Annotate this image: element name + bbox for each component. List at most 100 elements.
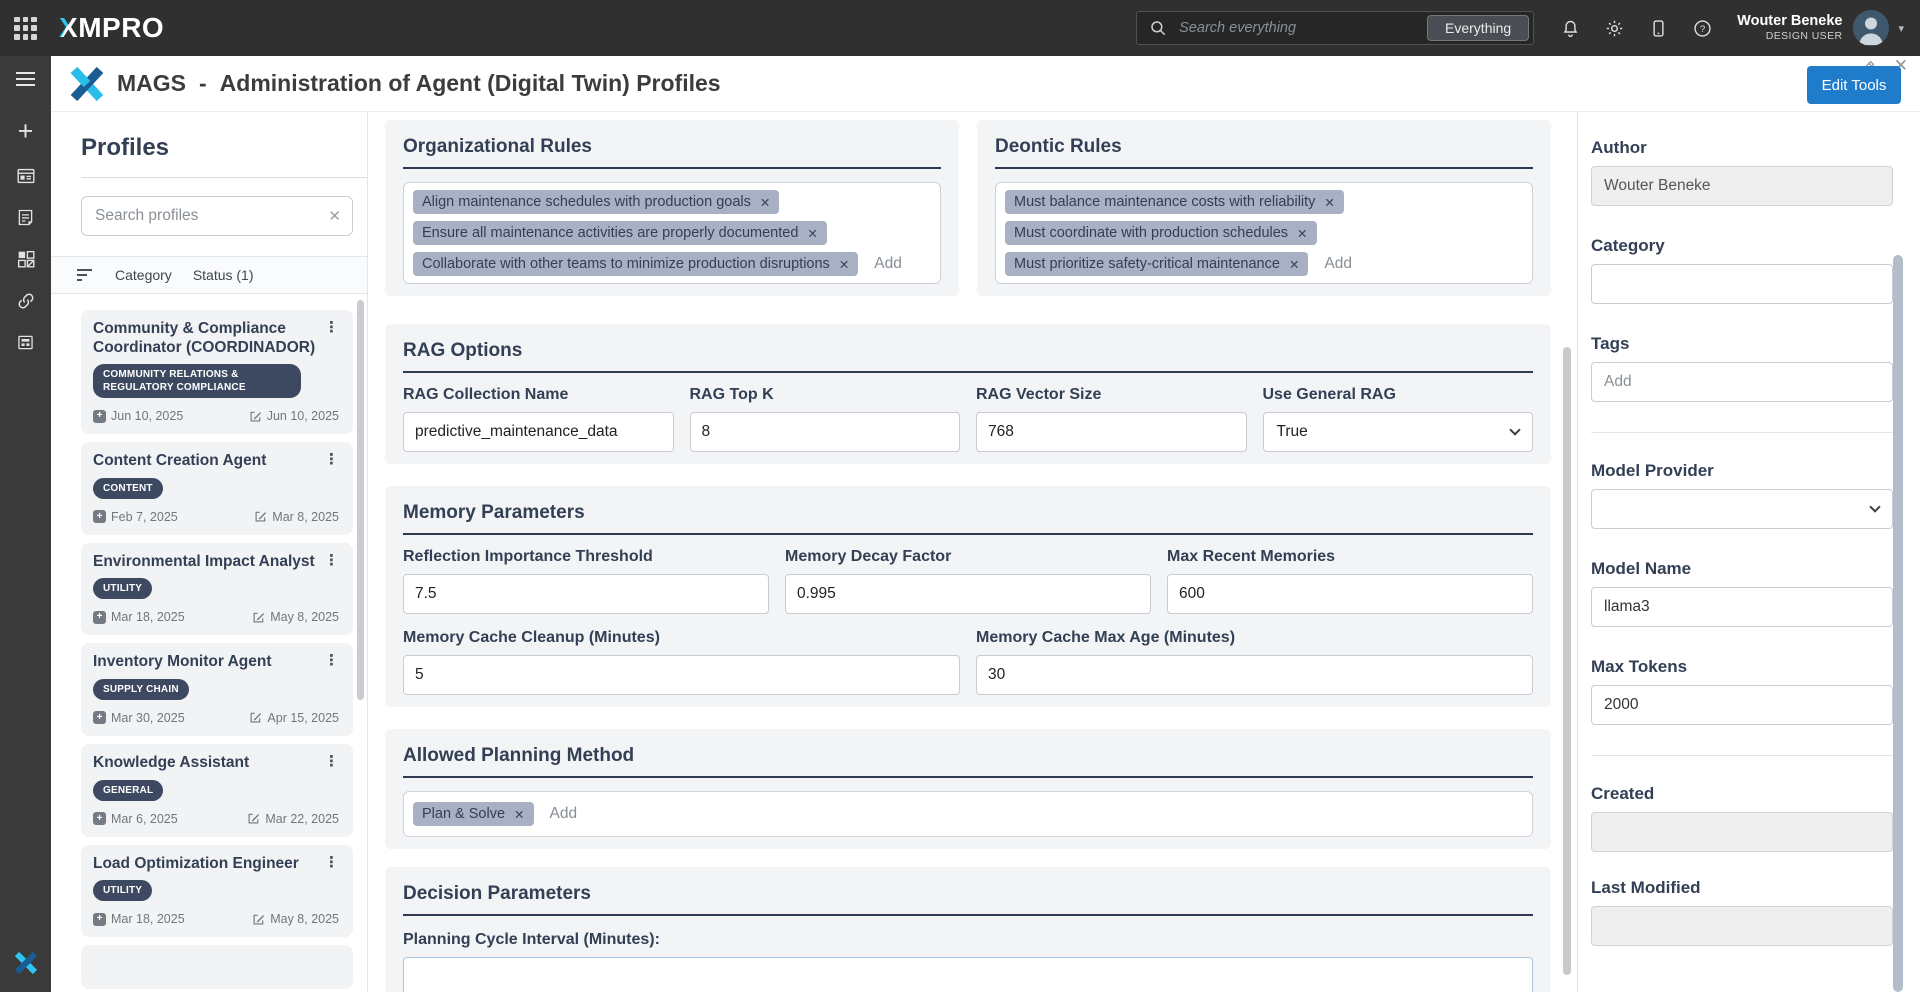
page-title: Administration of Agent (Digital Twin) P… — [220, 70, 721, 97]
remove-tag-icon[interactable]: ✕ — [760, 195, 770, 210]
planning-cycle-interval-input[interactable] — [403, 957, 1533, 992]
search-profiles-input[interactable] — [93, 206, 322, 226]
window-icon[interactable] — [15, 165, 37, 187]
modified-date: Jun 10, 2025 — [249, 409, 339, 423]
global-search-input[interactable] — [1177, 19, 1427, 37]
kebab-menu-icon[interactable]: ⋮ — [316, 320, 341, 337]
profile-detail-form: Organizational Rules Add Align maintenan… — [368, 112, 1577, 992]
app-grid-icon[interactable] — [14, 17, 37, 40]
main-scrollbar[interactable] — [1563, 347, 1571, 975]
memory-decay-factor-input[interactable] — [785, 574, 1151, 614]
rag-collection-name-input[interactable] — [403, 412, 674, 452]
edit-icon — [252, 611, 265, 624]
rag-vector-size-input[interactable] — [976, 412, 1247, 452]
kebab-menu-icon[interactable]: ⋮ — [316, 653, 341, 670]
remove-tag-icon[interactable]: ✕ — [514, 807, 524, 822]
memory-cache-cleanup-input[interactable] — [403, 655, 960, 695]
metadata-scrollbar[interactable] — [1893, 255, 1903, 992]
metadata-panel: Author Category Tags Model Provider Mo — [1577, 112, 1920, 992]
edit-tools-button[interactable]: Edit Tools — [1807, 66, 1901, 104]
profile-name: Load Optimization Engineer — [93, 855, 299, 874]
kebab-menu-icon[interactable]: ⋮ — [316, 754, 341, 771]
deontic-rules-tagbox[interactable]: Add Must balance maintenance costs with … — [995, 182, 1533, 284]
search-scope-button[interactable]: Everything — [1427, 15, 1529, 41]
profiles-scrollbar[interactable] — [357, 300, 364, 700]
profile-card[interactable]: Content Creation Agent ⋮ CONTENT + Feb 7… — [81, 442, 353, 535]
avatar[interactable] — [1853, 10, 1889, 46]
remove-tag-icon[interactable]: ✕ — [1297, 226, 1307, 241]
global-search[interactable]: Everything — [1136, 11, 1534, 45]
kebab-menu-icon[interactable]: ⋮ — [316, 452, 341, 469]
remove-tag-icon[interactable]: ✕ — [839, 257, 849, 272]
rule-tag: Must balance maintenance costs with reli… — [1005, 190, 1344, 214]
rule-tag: Must coordinate with production schedule… — [1005, 221, 1317, 245]
divider — [81, 177, 367, 178]
model-provider-select[interactable] — [1591, 489, 1893, 529]
tags-input[interactable] — [1591, 362, 1893, 402]
profile-card[interactable]: Knowledge Assistant ⋮ GENERAL + Mar 6, 2… — [81, 744, 353, 837]
help-icon[interactable]: ? — [1692, 18, 1713, 39]
model-provider-label: Model Provider — [1591, 461, 1893, 481]
divider — [1591, 755, 1893, 756]
add-icon[interactable]: + — [18, 118, 34, 145]
remove-tag-icon[interactable]: ✕ — [807, 226, 817, 241]
user-menu-caret-icon[interactable]: ▾ — [1898, 22, 1904, 35]
reflection-importance-threshold-input[interactable] — [403, 574, 769, 614]
topbar: XMPRO Everything ? Wouter Beneke DESIGN … — [0, 0, 1920, 56]
rule-tag: Plan & Solve ✕ — [413, 802, 534, 826]
organizational-rules-tagbox[interactable]: Add Align maintenance schedules with pro… — [403, 182, 941, 284]
notifications-icon[interactable] — [1560, 18, 1581, 39]
calculator-icon[interactable] — [15, 332, 36, 353]
section-title: Decision Parameters — [403, 883, 1533, 916]
profile-card[interactable]: Environmental Impact Analyst ⋮ UTILITY +… — [81, 543, 353, 636]
remove-tag-icon[interactable]: ✕ — [1289, 257, 1299, 272]
kebab-menu-icon[interactable]: ⋮ — [316, 855, 341, 872]
created-date: + Jun 10, 2025 — [93, 409, 183, 423]
memory-parameters-section: Memory Parameters Reflection Importance … — [385, 486, 1551, 707]
profile-card[interactable]: Load Optimization Engineer ⋮ UTILITY + M… — [81, 845, 353, 938]
created-icon: + — [93, 410, 106, 423]
filter-category[interactable]: Category — [115, 267, 172, 283]
created-icon: + — [93, 611, 106, 624]
planning-method-tagbox[interactable]: Add Plan & Solve ✕ — [403, 791, 1533, 837]
settings-icon[interactable] — [1604, 18, 1625, 39]
rule-tag: Collaborate with other teams to minimize… — [413, 252, 858, 276]
edit-icon — [249, 711, 262, 724]
created-date: + Mar 18, 2025 — [93, 610, 185, 624]
max-tokens-input[interactable] — [1591, 685, 1893, 725]
filter-bar: Category Status (1) — [51, 256, 367, 294]
model-name-input[interactable] — [1591, 587, 1893, 627]
add-tag-label[interactable]: Add — [874, 255, 902, 273]
list-item-partial[interactable] — [81, 945, 353, 989]
filter-status[interactable]: Status (1) — [193, 267, 254, 283]
clear-search-icon[interactable]: ✕ — [322, 207, 341, 225]
menu-icon[interactable] — [16, 72, 35, 86]
profiles-title: Profiles — [81, 134, 353, 162]
add-tag-label[interactable]: Add — [550, 805, 578, 823]
deontic-rules-section: Deontic Rules Add Must balance maintenan… — [977, 120, 1551, 296]
memory-cache-max-age-input[interactable] — [976, 655, 1533, 695]
remove-tag-icon[interactable]: ✕ — [1324, 195, 1334, 210]
profile-name: Knowledge Assistant — [93, 754, 249, 773]
add-tag-label[interactable]: Add — [1324, 255, 1352, 273]
link-icon[interactable] — [15, 290, 37, 312]
kebab-menu-icon[interactable]: ⋮ — [316, 553, 341, 570]
profile-card[interactable]: Community & Compliance Coordinator (COOR… — [81, 310, 353, 434]
rule-tag: Must prioritize safety-critical maintena… — [1005, 252, 1308, 276]
filter-icon[interactable] — [77, 268, 94, 282]
category-input[interactable] — [1591, 264, 1893, 304]
created-icon: + — [93, 913, 106, 926]
blocks-icon[interactable] — [15, 248, 37, 270]
modified-date: May 8, 2025 — [252, 912, 339, 926]
use-general-rag-select[interactable]: True — [1263, 412, 1534, 452]
profile-card[interactable]: Inventory Monitor Agent ⋮ SUPPLY CHAIN +… — [81, 643, 353, 736]
max-recent-memories-input[interactable] — [1167, 574, 1533, 614]
decision-parameters-section: Decision Parameters Planning Cycle Inter… — [385, 867, 1551, 992]
modified-date: Mar 8, 2025 — [254, 510, 339, 524]
mobile-icon[interactable] — [1648, 18, 1669, 39]
rag-top-k-input[interactable] — [690, 412, 961, 452]
form-document-icon[interactable] — [15, 207, 36, 228]
section-title: Organizational Rules — [403, 136, 941, 169]
category-badge: GENERAL — [93, 780, 163, 801]
section-title: Memory Parameters — [403, 502, 1533, 535]
